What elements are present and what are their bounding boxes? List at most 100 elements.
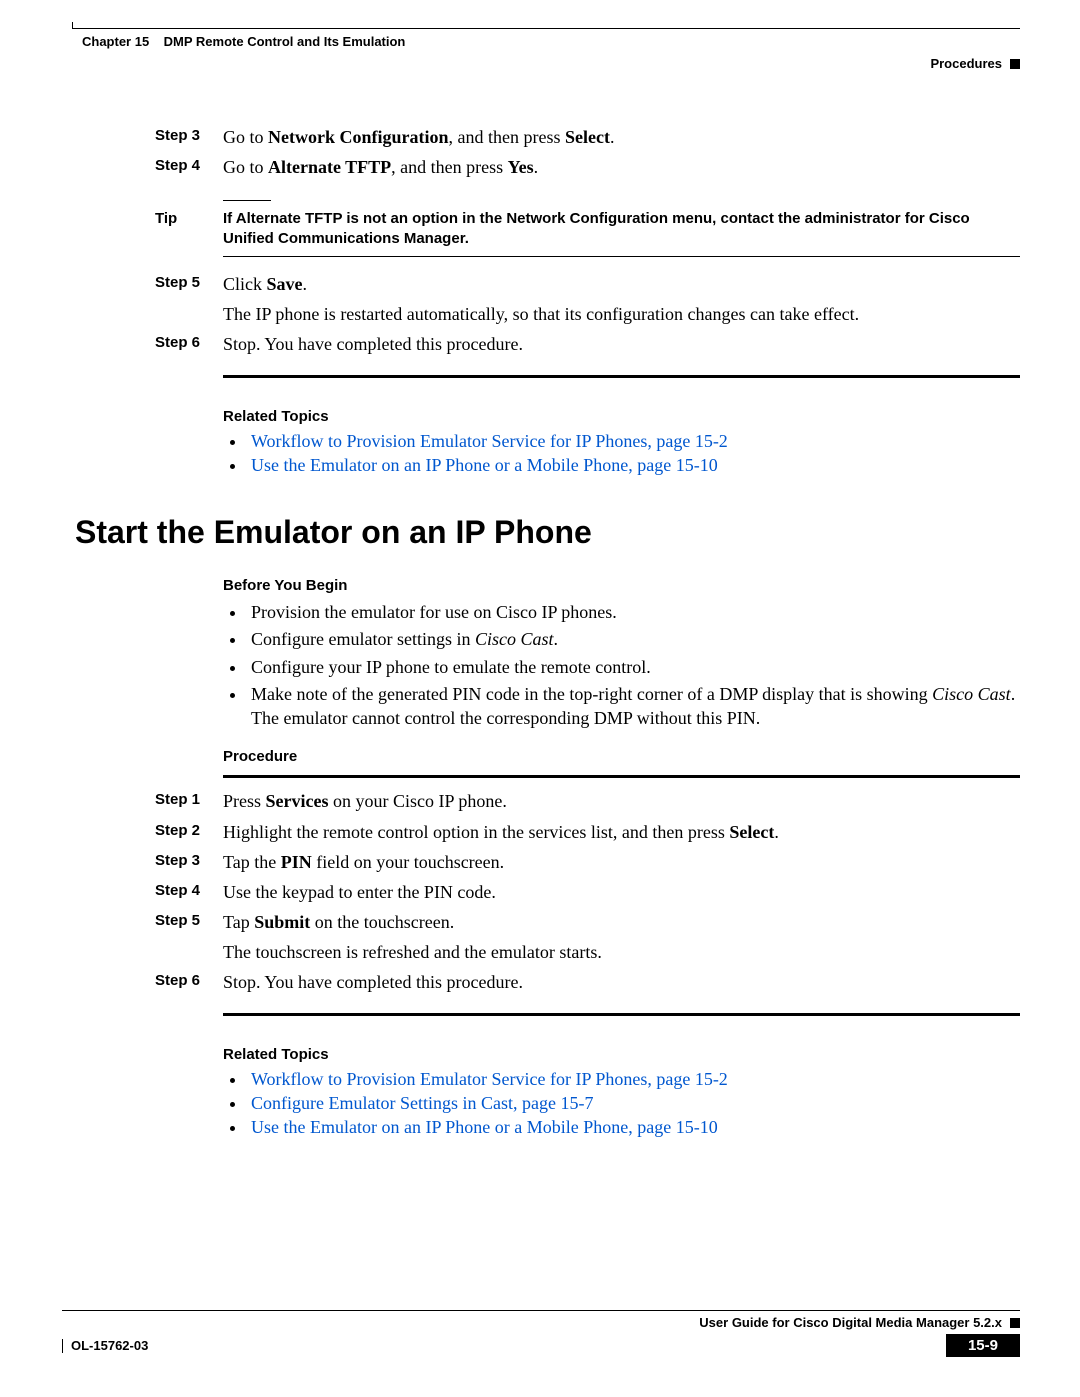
step-label: Step 4 <box>155 154 223 177</box>
end-procedure-rule <box>223 375 1020 378</box>
before-you-begin-list: Provision the emulator for use on Cisco … <box>247 600 1020 730</box>
t: Click <box>223 274 267 294</box>
t: Cisco Cast <box>932 684 1011 704</box>
step-row: Step 5 Click Save. <box>155 271 1020 297</box>
t: on the touchscreen. <box>310 912 454 932</box>
doc-number: OL-15762-03 <box>71 1338 148 1353</box>
list-item: Configure Emulator Settings in Cast, pag… <box>247 1093 1020 1114</box>
step-body: Click Save. <box>223 271 1020 297</box>
list-item: Workflow to Provision Emulator Service f… <box>247 1069 1020 1090</box>
step-body: Use the keypad to enter the PIN code. <box>223 879 1020 905</box>
t: Go to <box>223 127 268 147</box>
tip-row: Tip If Alternate TFTP is not an option i… <box>155 209 1020 250</box>
section-header-right: Procedures <box>930 56 1020 71</box>
list-item: Configure your IP phone to emulate the r… <box>247 655 1020 679</box>
related-topics-heading: Related Topics <box>223 1046 1020 1063</box>
t: , and then press <box>449 127 565 147</box>
section-heading: Start the Emulator on an IP Phone <box>75 514 1020 551</box>
footer-left: OL-15762-03 <box>62 1338 148 1353</box>
tip-label: Tip <box>155 209 223 227</box>
step-body: Go to Alternate TFTP, and then press Yes… <box>223 154 1020 180</box>
list-item: Use the Emulator on an IP Phone or a Mob… <box>247 1117 1020 1138</box>
step-label: Step 1 <box>155 788 223 811</box>
t: Select <box>565 127 610 147</box>
t: field on your touchscreen. <box>312 852 504 872</box>
related-link[interactable]: Use the Emulator on an IP Phone or a Mob… <box>251 455 718 475</box>
t: . <box>774 822 779 842</box>
section-label: Procedures <box>930 56 1002 71</box>
step-label: Step 3 <box>155 849 223 872</box>
t: . <box>534 157 539 177</box>
tip-rule-bottom <box>223 256 1020 257</box>
t: Cisco Cast <box>475 629 554 649</box>
step-row: Step 6 Stop. You have completed this pro… <box>155 331 1020 357</box>
t: Highlight the remote control option in t… <box>223 822 729 842</box>
t: Yes <box>508 157 534 177</box>
t: Make note of the generated PIN code in t… <box>251 684 932 704</box>
step-body: Press Services on your Cisco IP phone. <box>223 788 1020 814</box>
before-you-begin-heading: Before You Begin <box>223 577 1020 594</box>
step-row: Step 4 Go to Alternate TFTP, and then pr… <box>155 154 1020 180</box>
square-icon <box>1010 1318 1020 1328</box>
footer-top: User Guide for Cisco Digital Media Manag… <box>62 1315 1020 1330</box>
chapter-title: DMP Remote Control and Its Emulation <box>164 34 406 49</box>
page-number: 15-9 <box>946 1334 1020 1357</box>
step-body: Go to Network Configuration, and then pr… <box>223 124 1020 150</box>
t: Configure emulator settings in <box>251 629 475 649</box>
step-row: Step 3 Tap the PIN field on your touchsc… <box>155 849 1020 875</box>
footer: User Guide for Cisco Digital Media Manag… <box>62 1310 1020 1357</box>
related-link[interactable]: Use the Emulator on an IP Phone or a Mob… <box>251 1117 718 1137</box>
header-rule <box>72 28 1020 29</box>
step-label: Step 5 <box>155 909 223 932</box>
footer-bottom: OL-15762-03 15-9 <box>62 1334 1020 1357</box>
step-row: Step 2 Highlight the remote control opti… <box>155 819 1020 845</box>
list-item: Use the Emulator on an IP Phone or a Mob… <box>247 455 1020 476</box>
t: Tap the <box>223 852 281 872</box>
chapter-header: Chapter 15 DMP Remote Control and Its Em… <box>82 34 405 49</box>
t: , and then press <box>391 157 507 177</box>
tip-body: If Alternate TFTP is not an option in th… <box>223 209 1020 250</box>
step-row: Step 6 Stop. You have completed this pro… <box>155 969 1020 995</box>
list-item: Workflow to Provision Emulator Service f… <box>247 431 1020 452</box>
procedure-heading: Procedure <box>223 748 1020 765</box>
related-topics-list: Workflow to Provision Emulator Service f… <box>247 1069 1020 1138</box>
procedure-rule <box>223 775 1020 778</box>
t: Provision the emulator for use on Cisco … <box>251 602 617 622</box>
list-item: Configure emulator settings in Cisco Cas… <box>247 627 1020 651</box>
step-body: Stop. You have completed this procedure. <box>223 969 1020 995</box>
t: Configure your IP phone to emulate the r… <box>251 657 651 677</box>
related-link[interactable]: Workflow to Provision Emulator Service f… <box>251 1069 728 1089</box>
list-item: Provision the emulator for use on Cisco … <box>247 600 1020 624</box>
page: Chapter 15 DMP Remote Control and Its Em… <box>0 0 1080 1397</box>
step-note: The touchscreen is refreshed and the emu… <box>223 939 1020 965</box>
step-label: Step 2 <box>155 819 223 842</box>
t: Network Configuration <box>268 127 449 147</box>
step-body: Stop. You have completed this procedure. <box>223 331 1020 357</box>
t: on your Cisco IP phone. <box>329 791 507 811</box>
divider-icon <box>62 1339 63 1353</box>
t: Services <box>266 791 329 811</box>
step-row: Step 5 Tap Submit on the touchscreen. <box>155 909 1020 935</box>
content: Step 3 Go to Network Configuration, and … <box>155 120 1020 1148</box>
chapter-label: Chapter 15 <box>82 34 149 49</box>
related-link[interactable]: Workflow to Provision Emulator Service f… <box>251 431 728 451</box>
t: Submit <box>254 912 310 932</box>
step-body: Tap Submit on the touchscreen. <box>223 909 1020 935</box>
list-item: Make note of the generated PIN code in t… <box>247 682 1020 731</box>
step-body: Tap the PIN field on your touchscreen. <box>223 849 1020 875</box>
t: . <box>553 629 558 649</box>
square-icon <box>1010 59 1020 69</box>
step-row: Step 3 Go to Network Configuration, and … <box>155 124 1020 150</box>
t: Save <box>267 274 303 294</box>
t: Select <box>729 822 774 842</box>
related-topics-list: Workflow to Provision Emulator Service f… <box>247 431 1020 476</box>
end-procedure-rule <box>223 1013 1020 1016</box>
t: Alternate TFTP <box>268 157 391 177</box>
step-row: Step 4 Use the keypad to enter the PIN c… <box>155 879 1020 905</box>
t: . <box>610 127 615 147</box>
related-link[interactable]: Configure Emulator Settings in Cast, pag… <box>251 1093 593 1113</box>
step-note: The IP phone is restarted automatically,… <box>223 301 1020 327</box>
t: Press <box>223 791 266 811</box>
related-topics-heading: Related Topics <box>223 408 1020 425</box>
t: PIN <box>281 852 312 872</box>
